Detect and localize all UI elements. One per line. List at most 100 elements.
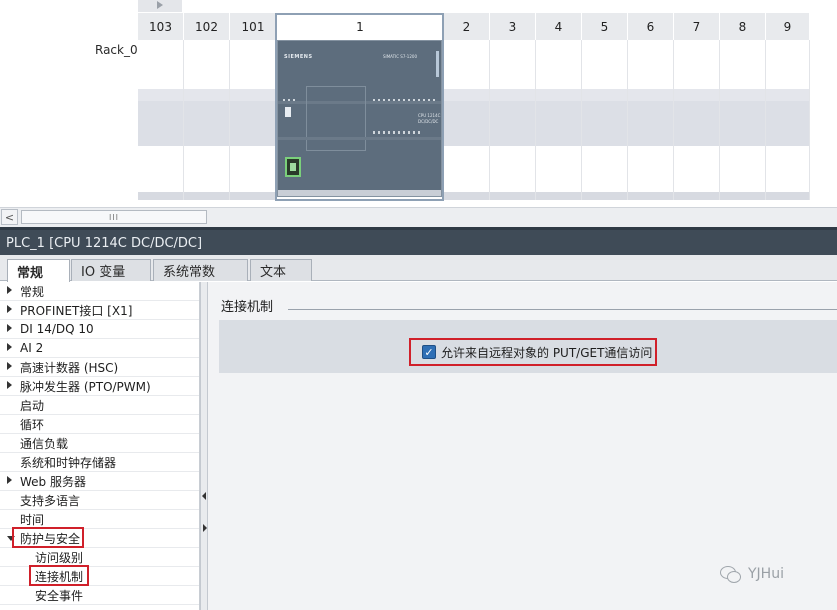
slot-header-7[interactable]: 7 (674, 13, 720, 40)
slot-band (536, 101, 581, 146)
slot-band (582, 89, 627, 101)
slot-band (720, 192, 765, 200)
putget-checkbox[interactable]: ✓ (422, 345, 436, 359)
panel-splitter[interactable] (200, 282, 208, 610)
slot-band (766, 101, 809, 146)
rack-slot-3[interactable] (490, 40, 536, 200)
nav-item[interactable]: 脉冲发生器 (PTO/PWM) (0, 377, 199, 396)
nav-item[interactable]: DI 14/DQ 10 (0, 320, 199, 339)
expand-right-icon[interactable] (203, 524, 207, 532)
nav-item-label: AI 2 (20, 341, 44, 355)
slot-band (720, 101, 765, 146)
collapsed-arrow-icon[interactable] (7, 381, 13, 391)
tab-texts[interactable]: 文本 (250, 259, 312, 281)
nav-item[interactable]: 支持多语言 (0, 491, 199, 510)
nav-item[interactable]: 访问级别 (0, 548, 199, 567)
rack-slot-102[interactable] (184, 40, 230, 200)
nav-item[interactable]: 连接机制 (0, 567, 199, 586)
tab-general[interactable]: 常规 (7, 259, 70, 282)
nav-item-label: 通信负载 (20, 436, 69, 451)
nav-item[interactable]: PROFINET接口 [X1] (0, 301, 199, 320)
slot-header-103[interactable]: 103 (138, 13, 184, 40)
nav-item[interactable]: 循环 (0, 415, 199, 434)
slot-header-1[interactable]: 1 (277, 13, 444, 40)
nav-item-label: 启动 (20, 398, 45, 413)
collapsed-arrow-icon[interactable] (7, 305, 13, 315)
slot-header-102[interactable]: 102 (184, 13, 230, 40)
nav-item-label: Web 服务器 (20, 474, 86, 489)
expand-arrow-icon[interactable] (138, 0, 182, 12)
rack-slot-9[interactable] (766, 40, 810, 200)
output-led-row (373, 131, 423, 134)
nav-item[interactable]: AI 2 (0, 339, 199, 358)
nav-item[interactable]: 防护与安全 (0, 529, 199, 548)
slot-band (230, 101, 276, 146)
watermark: YJHui (720, 566, 784, 583)
slot-band (582, 192, 627, 200)
slot-header-6[interactable]: 6 (628, 13, 674, 40)
putget-access-option[interactable]: ✓ 允许来自远程对象的 PUT/GET通信访问 (409, 338, 657, 366)
nav-item-label: 常规 (20, 284, 45, 299)
expanded-arrow-icon[interactable] (7, 534, 13, 543)
slot-header-3[interactable]: 3 (490, 13, 536, 40)
nav-item-label: 循环 (20, 417, 45, 432)
slot-band (490, 101, 535, 146)
cpu-model-text-3: DC/DC/DC (418, 119, 439, 124)
slot-band (628, 192, 673, 200)
collapsed-arrow-icon[interactable] (7, 343, 13, 353)
nav-item-label: 高速计数器 (HSC) (20, 360, 119, 375)
rack-slot-8[interactable] (720, 40, 766, 200)
rack-slot-5[interactable] (582, 40, 628, 200)
cpu-divider (278, 137, 441, 140)
slot-band (720, 89, 765, 101)
horizontal-scrollbar[interactable]: < III (0, 207, 837, 227)
profinet-port-icon[interactable] (285, 157, 301, 177)
slot-header-5[interactable]: 5 (582, 13, 628, 40)
slot-header-4[interactable]: 4 (536, 13, 582, 40)
rack-slot-101[interactable] (230, 40, 277, 200)
slot-header-2[interactable]: 2 (444, 13, 490, 40)
cpu-model-text-2: CPU 1214C (418, 113, 441, 118)
collapsed-arrow-icon[interactable] (7, 324, 13, 334)
nav-item[interactable]: 系统和时钟存储器 (0, 453, 199, 472)
scroll-left-button[interactable]: < (1, 209, 18, 225)
device-view: Rack_0 103 102 101 1 2 3 4 5 6 7 8 9 SIEMENS SIMATI… (0, 0, 837, 207)
nav-item[interactable]: 启动 (0, 396, 199, 415)
slot-band (444, 101, 489, 146)
slot-band (184, 192, 229, 200)
slot-band (628, 89, 673, 101)
nav-item[interactable]: 常规 (0, 282, 199, 301)
wechat-icon (720, 566, 742, 583)
slot-band (444, 192, 489, 200)
collapse-left-icon[interactable] (202, 492, 206, 500)
nav-item[interactable]: 时间 (0, 510, 199, 529)
slot-header-9[interactable]: 9 (766, 13, 810, 40)
nav-item-label: 防护与安全 (20, 531, 81, 546)
rack-label: Rack_0 (95, 43, 138, 57)
slot-header-101[interactable]: 101 (230, 13, 277, 40)
slot-header-8[interactable]: 8 (720, 13, 766, 40)
rack-slot-103[interactable] (138, 40, 184, 200)
rack-slot-2[interactable] (444, 40, 490, 200)
rack-slot-7[interactable] (674, 40, 720, 200)
rack-slot-4[interactable] (536, 40, 582, 200)
nav-item[interactable]: Web 服务器 (0, 472, 199, 491)
nav-item-label: 连接机制 (35, 569, 84, 584)
section-heading: 连接机制 (221, 300, 274, 315)
nav-item[interactable]: 高速计数器 (HSC) (0, 358, 199, 377)
cpu-indicator-bar (436, 51, 439, 77)
scroll-thumb[interactable]: III (21, 210, 207, 224)
nav-item[interactable]: 安全事件 (0, 586, 199, 605)
slot-band (184, 89, 229, 101)
collapsed-arrow-icon[interactable] (7, 476, 13, 486)
slot-band (674, 192, 719, 200)
nav-item[interactable]: 通信负载 (0, 434, 199, 453)
cpu-module[interactable]: SIEMENS SIMATIC S7-1200 CPU 1214C DC/DC/… (277, 40, 442, 197)
slot-band (184, 101, 229, 146)
slot-band (444, 89, 489, 101)
collapsed-arrow-icon[interactable] (7, 362, 13, 372)
tab-system-constants[interactable]: 系统常数 (153, 259, 248, 281)
rack-slot-6[interactable] (628, 40, 674, 200)
collapsed-arrow-icon[interactable] (7, 286, 13, 296)
tab-io-tags[interactable]: IO 变量 (71, 259, 151, 281)
